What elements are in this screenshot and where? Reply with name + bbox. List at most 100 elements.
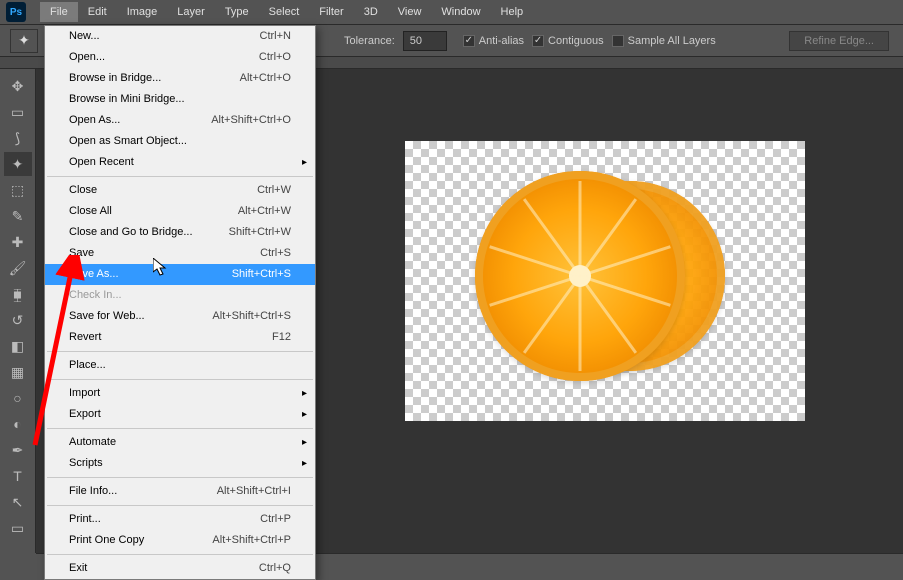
menu-item-exit[interactable]: Exit Ctrl+Q bbox=[45, 558, 315, 579]
move-tool[interactable]: ✥ bbox=[4, 74, 32, 98]
pen-tool[interactable]: ✒ bbox=[4, 438, 32, 462]
menu-item-shortcut: Shift+Ctrl+S bbox=[232, 267, 291, 282]
menu-item-check-in: Check In... bbox=[45, 285, 315, 306]
menu-item-save-as[interactable]: Save As... Shift+Ctrl+S bbox=[45, 264, 315, 285]
menu-item-label: Close All bbox=[69, 204, 112, 219]
menu-item-shortcut: Alt+Shift+Ctrl+O bbox=[211, 113, 291, 128]
menu-select[interactable]: Select bbox=[259, 2, 310, 22]
menu-edit[interactable]: Edit bbox=[78, 2, 117, 22]
path-tool[interactable]: ↖ bbox=[4, 490, 32, 514]
menu-item-open[interactable]: Open... Ctrl+O bbox=[45, 47, 315, 68]
menu-view[interactable]: View bbox=[388, 2, 432, 22]
menu-item-label: Save for Web... bbox=[69, 309, 145, 324]
menu-item-close-all[interactable]: Close All Alt+Ctrl+W bbox=[45, 201, 315, 222]
menu-item-shortcut: Ctrl+N bbox=[260, 29, 291, 44]
menu-separator bbox=[47, 176, 313, 177]
tolerance-label: Tolerance: bbox=[344, 35, 395, 47]
menu-item-label: Open As... bbox=[69, 113, 120, 128]
app-logo: Ps bbox=[6, 2, 26, 22]
menu-help[interactable]: Help bbox=[491, 2, 534, 22]
menu-item-label: Revert bbox=[69, 330, 101, 345]
brush-tool[interactable]: 🖌 bbox=[4, 256, 32, 280]
menu-item-revert[interactable]: Revert F12 bbox=[45, 327, 315, 348]
healing-tool[interactable]: ✚ bbox=[4, 230, 32, 254]
menu-window[interactable]: Window bbox=[431, 2, 490, 22]
menu-item-save[interactable]: SaveCtrl+S bbox=[45, 243, 315, 264]
menu-item-label: Browse in Bridge... bbox=[69, 71, 161, 86]
menu-item-label: Export bbox=[69, 407, 101, 422]
eraser-tool[interactable]: ◧ bbox=[4, 334, 32, 358]
menu-item-scripts[interactable]: Scripts bbox=[45, 453, 315, 474]
menu-item-label: Print One Copy bbox=[69, 533, 144, 548]
menu-item-open-as[interactable]: Open As... Alt+Shift+Ctrl+O bbox=[45, 110, 315, 131]
menu-item-save-for-web[interactable]: Save for Web... Alt+Shift+Ctrl+S bbox=[45, 306, 315, 327]
contiguous-checkbox[interactable]: Contiguous bbox=[532, 35, 604, 47]
menu-item-shortcut: Alt+Shift+Ctrl+I bbox=[217, 484, 291, 499]
menu-item-shortcut: F12 bbox=[272, 330, 291, 345]
menu-type[interactable]: Type bbox=[215, 2, 259, 22]
shape-tool[interactable]: ▭ bbox=[4, 516, 32, 540]
menu-item-close[interactable]: CloseCtrl+W bbox=[45, 180, 315, 201]
menu-item-label: Place... bbox=[69, 358, 106, 373]
active-tool-icon[interactable]: ✦ bbox=[10, 29, 38, 53]
menu-item-label: Open... bbox=[69, 50, 105, 65]
magic-wand-tool[interactable]: ✦ bbox=[4, 152, 32, 176]
refine-edge-button[interactable]: Refine Edge... bbox=[789, 31, 889, 51]
menu-item-browse-in-mini-bridge[interactable]: Browse in Mini Bridge... bbox=[45, 89, 315, 110]
marquee-tool[interactable]: ▭ bbox=[4, 100, 32, 124]
menu-item-file-info[interactable]: File Info... Alt+Shift+Ctrl+I bbox=[45, 481, 315, 502]
toolbox: ✥ ▭ ⟆ ✦ ⬚ ✎ ✚ 🖌 ⧯ ↺ ◧ ▦ ○ ◐ ✒ T ↖ ▭ bbox=[0, 69, 36, 553]
menu-separator bbox=[47, 477, 313, 478]
menu-item-label: New... bbox=[69, 29, 100, 44]
menu-item-label: File Info... bbox=[69, 484, 117, 499]
blur-tool[interactable]: ○ bbox=[4, 386, 32, 410]
dodge-tool[interactable]: ◐ bbox=[4, 412, 32, 436]
menu-item-shortcut: Ctrl+Q bbox=[259, 561, 291, 576]
menu-filter[interactable]: Filter bbox=[309, 2, 353, 22]
menu-item-automate[interactable]: Automate bbox=[45, 432, 315, 453]
menu-item-open-as-smart-object[interactable]: Open as Smart Object... bbox=[45, 131, 315, 152]
menu-item-print-one-copy[interactable]: Print One Copy Alt+Shift+Ctrl+P bbox=[45, 530, 315, 551]
menu-item-label: Check In... bbox=[69, 288, 122, 303]
menu-file[interactable]: File bbox=[40, 2, 78, 22]
menu-item-shortcut: Alt+Shift+Ctrl+P bbox=[212, 533, 291, 548]
image-content bbox=[475, 171, 685, 381]
menu-layer[interactable]: Layer bbox=[167, 2, 215, 22]
menu-image[interactable]: Image bbox=[117, 2, 168, 22]
menu-item-new[interactable]: New... Ctrl+N bbox=[45, 26, 315, 47]
menu-item-label: Open as Smart Object... bbox=[69, 134, 187, 149]
menubar: Ps FileEditImageLayerTypeSelectFilter3DV… bbox=[0, 0, 903, 25]
menu-item-open-recent[interactable]: Open Recent bbox=[45, 152, 315, 173]
menu-item-label: Automate bbox=[69, 435, 116, 450]
menu-item-label: Close and Go to Bridge... bbox=[69, 225, 193, 240]
sample-all-checkbox[interactable]: Sample All Layers bbox=[612, 35, 716, 47]
menu-item-shortcut: Ctrl+O bbox=[259, 50, 291, 65]
menu-item-close-and-go-to-bridge[interactable]: Close and Go to Bridge...Shift+Ctrl+W bbox=[45, 222, 315, 243]
menu-item-import[interactable]: Import bbox=[45, 383, 315, 404]
menu-item-shortcut: Alt+Shift+Ctrl+S bbox=[212, 309, 291, 324]
menu-item-browse-in-bridge[interactable]: Browse in Bridge...Alt+Ctrl+O bbox=[45, 68, 315, 89]
menu-item-export[interactable]: Export bbox=[45, 404, 315, 425]
tolerance-input[interactable] bbox=[403, 31, 447, 51]
menu-item-shortcut: Alt+Ctrl+W bbox=[238, 204, 291, 219]
magic-wand-icon: ✦ bbox=[18, 32, 30, 49]
crop-tool[interactable]: ⬚ bbox=[4, 178, 32, 202]
menu-item-print[interactable]: Print...Ctrl+P bbox=[45, 509, 315, 530]
eyedropper-tool[interactable]: ✎ bbox=[4, 204, 32, 228]
antialias-checkbox[interactable]: Anti-alias bbox=[463, 35, 524, 47]
history-brush-tool[interactable]: ↺ bbox=[4, 308, 32, 332]
menu-3d[interactable]: 3D bbox=[354, 2, 388, 22]
menu-item-place[interactable]: Place... bbox=[45, 355, 315, 376]
gradient-tool[interactable]: ▦ bbox=[4, 360, 32, 384]
canvas[interactable] bbox=[405, 141, 805, 421]
menu-separator bbox=[47, 505, 313, 506]
menu-item-shortcut: Ctrl+P bbox=[260, 512, 291, 527]
app-logo-text: Ps bbox=[10, 7, 22, 18]
lasso-tool[interactable]: ⟆ bbox=[4, 126, 32, 150]
menu-item-label: Save As... bbox=[69, 267, 119, 282]
check-icon bbox=[612, 35, 624, 47]
menu-item-shortcut: Ctrl+S bbox=[260, 246, 291, 261]
type-tool[interactable]: T bbox=[4, 464, 32, 488]
stamp-tool[interactable]: ⧯ bbox=[4, 282, 32, 306]
menu-item-label: Exit bbox=[69, 561, 87, 576]
